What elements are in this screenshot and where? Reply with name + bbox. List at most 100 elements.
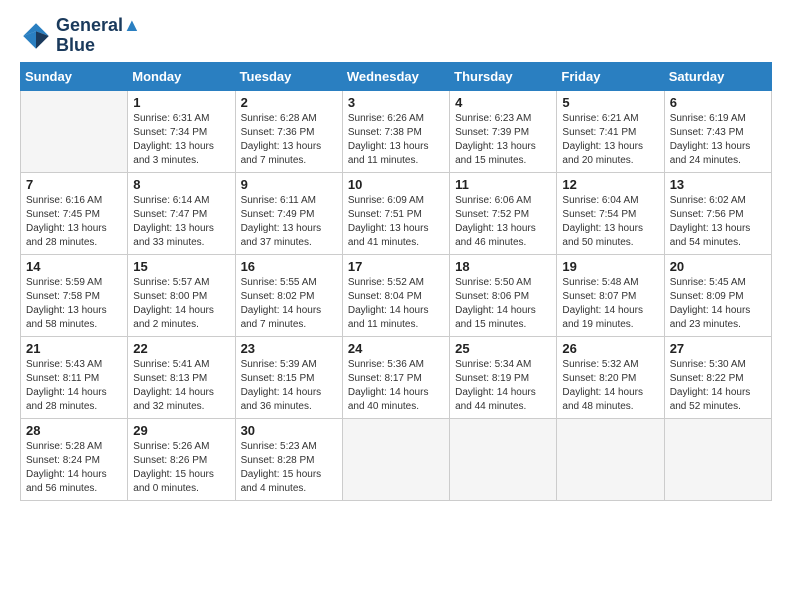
day-number: 23	[241, 341, 337, 356]
calendar-day: 3Sunrise: 6:26 AM Sunset: 7:38 PM Daylig…	[342, 90, 449, 172]
calendar-week-2: 7 Sunrise: 6:16 AM Sunset: 7:45 PM Daylig…	[21, 172, 772, 254]
calendar-day	[664, 418, 771, 500]
calendar-day: 4 Sunrise: 6:23 AM Sunset: 7:39 PM Daylig…	[450, 90, 557, 172]
logo: General▲ Blue	[20, 16, 141, 56]
day-number: 6	[670, 95, 766, 110]
day-info: Sunrise: 6:02 AM Sunset: 7:56 PM Dayligh…	[670, 194, 766, 250]
logo-icon	[20, 20, 52, 52]
day-number: 7	[26, 177, 122, 192]
day-number: 16	[241, 259, 337, 274]
calendar-day: 16 Sunrise: 5:55 AM Sunset: 8:02 PM Dayli…	[235, 254, 342, 336]
day-number: 8	[133, 177, 229, 192]
day-number: 4	[455, 95, 551, 110]
calendar-day: 12 Sunrise: 6:04 AM Sunset: 7:54 PM Dayli…	[557, 172, 664, 254]
calendar-day: 10Sunrise: 6:09 AM Sunset: 7:51 PM Dayli…	[342, 172, 449, 254]
day-info: Sunrise: 5:59 AM Sunset: 7:58 PM Dayligh…	[26, 276, 122, 332]
day-info: Sunrise: 5:55 AM Sunset: 8:02 PM Dayligh…	[241, 276, 337, 332]
logo-text: General▲ Blue	[56, 16, 141, 56]
day-info: Sunrise: 5:34 AM Sunset: 8:19 PM Dayligh…	[455, 358, 551, 414]
calendar-day: 20 Sunrise: 5:45 AM Sunset: 8:09 PM Dayli…	[664, 254, 771, 336]
day-number: 24	[348, 341, 444, 356]
calendar-day: 13Sunrise: 6:02 AM Sunset: 7:56 PM Dayli…	[664, 172, 771, 254]
day-number: 3	[348, 95, 444, 110]
day-info: Sunrise: 5:48 AM Sunset: 8:07 PM Dayligh…	[562, 276, 658, 332]
day-info: Sunrise: 5:26 AM Sunset: 8:26 PM Dayligh…	[133, 440, 229, 496]
calendar-table: SundayMondayTuesdayWednesdayThursdayFrid…	[20, 62, 772, 501]
calendar-day: 21 Sunrise: 5:43 AM Sunset: 8:11 PM Dayli…	[21, 336, 128, 418]
calendar-day	[21, 90, 128, 172]
calendar-weekday-friday: Friday	[557, 62, 664, 90]
day-number: 26	[562, 341, 658, 356]
day-number: 30	[241, 423, 337, 438]
calendar-body: 1 Sunrise: 6:31 AM Sunset: 7:34 PM Daylig…	[21, 90, 772, 500]
day-number: 18	[455, 259, 551, 274]
calendar-day: 6 Sunrise: 6:19 AM Sunset: 7:43 PM Daylig…	[664, 90, 771, 172]
calendar-week-3: 14 Sunrise: 5:59 AM Sunset: 7:58 PM Dayli…	[21, 254, 772, 336]
day-number: 25	[455, 341, 551, 356]
day-number: 15	[133, 259, 229, 274]
page-header: General▲ Blue	[20, 16, 772, 56]
day-number: 28	[26, 423, 122, 438]
day-info: Sunrise: 6:28 AM Sunset: 7:36 PM Dayligh…	[241, 112, 337, 168]
calendar-week-1: 1 Sunrise: 6:31 AM Sunset: 7:34 PM Daylig…	[21, 90, 772, 172]
calendar-weekday-tuesday: Tuesday	[235, 62, 342, 90]
calendar-day: 28 Sunrise: 5:28 AM Sunset: 8:24 PM Dayli…	[21, 418, 128, 500]
calendar-weekday-saturday: Saturday	[664, 62, 771, 90]
day-info: Sunrise: 6:09 AM Sunset: 7:51 PM Dayligh…	[348, 194, 444, 250]
day-info: Sunrise: 5:43 AM Sunset: 8:11 PM Dayligh…	[26, 358, 122, 414]
calendar-week-4: 21 Sunrise: 5:43 AM Sunset: 8:11 PM Dayli…	[21, 336, 772, 418]
day-number: 2	[241, 95, 337, 110]
day-number: 17	[348, 259, 444, 274]
calendar-day: 14 Sunrise: 5:59 AM Sunset: 7:58 PM Dayli…	[21, 254, 128, 336]
day-info: Sunrise: 5:36 AM Sunset: 8:17 PM Dayligh…	[348, 358, 444, 414]
day-info: Sunrise: 5:30 AM Sunset: 8:22 PM Dayligh…	[670, 358, 766, 414]
calendar-day: 29 Sunrise: 5:26 AM Sunset: 8:26 PM Dayli…	[128, 418, 235, 500]
day-number: 9	[241, 177, 337, 192]
day-info: Sunrise: 6:14 AM Sunset: 7:47 PM Dayligh…	[133, 194, 229, 250]
calendar-day	[450, 418, 557, 500]
day-number: 20	[670, 259, 766, 274]
calendar-day: 23Sunrise: 5:39 AM Sunset: 8:15 PM Dayli…	[235, 336, 342, 418]
day-info: Sunrise: 6:04 AM Sunset: 7:54 PM Dayligh…	[562, 194, 658, 250]
day-info: Sunrise: 5:23 AM Sunset: 8:28 PM Dayligh…	[241, 440, 337, 496]
calendar-day: 22Sunrise: 5:41 AM Sunset: 8:13 PM Dayli…	[128, 336, 235, 418]
day-info: Sunrise: 5:32 AM Sunset: 8:20 PM Dayligh…	[562, 358, 658, 414]
calendar-day: 17 Sunrise: 5:52 AM Sunset: 8:04 PM Dayli…	[342, 254, 449, 336]
calendar-day: 18 Sunrise: 5:50 AM Sunset: 8:06 PM Dayli…	[450, 254, 557, 336]
day-info: Sunrise: 6:06 AM Sunset: 7:52 PM Dayligh…	[455, 194, 551, 250]
day-number: 19	[562, 259, 658, 274]
calendar-weekday-sunday: Sunday	[21, 62, 128, 90]
day-info: Sunrise: 5:45 AM Sunset: 8:09 PM Dayligh…	[670, 276, 766, 332]
day-info: Sunrise: 6:16 AM Sunset: 7:45 PM Dayligh…	[26, 194, 122, 250]
day-number: 1	[133, 95, 229, 110]
calendar-day: 9Sunrise: 6:11 AM Sunset: 7:49 PM Daylig…	[235, 172, 342, 254]
day-info: Sunrise: 6:19 AM Sunset: 7:43 PM Dayligh…	[670, 112, 766, 168]
day-number: 14	[26, 259, 122, 274]
calendar-day	[557, 418, 664, 500]
day-number: 29	[133, 423, 229, 438]
day-info: Sunrise: 5:50 AM Sunset: 8:06 PM Dayligh…	[455, 276, 551, 332]
day-number: 12	[562, 177, 658, 192]
calendar-header-row: SundayMondayTuesdayWednesdayThursdayFrid…	[21, 62, 772, 90]
calendar-day: 30 Sunrise: 5:23 AM Sunset: 8:28 PM Dayli…	[235, 418, 342, 500]
day-info: Sunrise: 5:52 AM Sunset: 8:04 PM Dayligh…	[348, 276, 444, 332]
calendar-day: 11 Sunrise: 6:06 AM Sunset: 7:52 PM Dayli…	[450, 172, 557, 254]
day-info: Sunrise: 5:28 AM Sunset: 8:24 PM Dayligh…	[26, 440, 122, 496]
day-info: Sunrise: 6:31 AM Sunset: 7:34 PM Dayligh…	[133, 112, 229, 168]
calendar-day: 1 Sunrise: 6:31 AM Sunset: 7:34 PM Daylig…	[128, 90, 235, 172]
calendar-day: 24 Sunrise: 5:36 AM Sunset: 8:17 PM Dayli…	[342, 336, 449, 418]
calendar-day: 27Sunrise: 5:30 AM Sunset: 8:22 PM Dayli…	[664, 336, 771, 418]
day-info: Sunrise: 5:41 AM Sunset: 8:13 PM Dayligh…	[133, 358, 229, 414]
day-number: 21	[26, 341, 122, 356]
calendar-day: 5Sunrise: 6:21 AM Sunset: 7:41 PM Daylig…	[557, 90, 664, 172]
day-info: Sunrise: 6:23 AM Sunset: 7:39 PM Dayligh…	[455, 112, 551, 168]
calendar-day: 7 Sunrise: 6:16 AM Sunset: 7:45 PM Daylig…	[21, 172, 128, 254]
day-number: 11	[455, 177, 551, 192]
calendar-day: 26 Sunrise: 5:32 AM Sunset: 8:20 PM Dayli…	[557, 336, 664, 418]
calendar-day: 19 Sunrise: 5:48 AM Sunset: 8:07 PM Dayli…	[557, 254, 664, 336]
day-number: 5	[562, 95, 658, 110]
calendar-weekday-wednesday: Wednesday	[342, 62, 449, 90]
calendar-week-5: 28 Sunrise: 5:28 AM Sunset: 8:24 PM Dayli…	[21, 418, 772, 500]
calendar-day: 8 Sunrise: 6:14 AM Sunset: 7:47 PM Daylig…	[128, 172, 235, 254]
calendar-day	[342, 418, 449, 500]
